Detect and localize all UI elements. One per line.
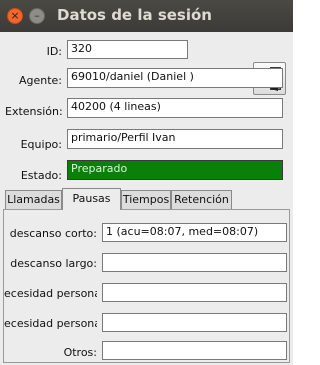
team-field[interactable]: primario/Perfil Ivan: [67, 129, 283, 149]
pause-row-field[interactable]: [102, 313, 287, 332]
status-field: Preparado: [67, 160, 283, 180]
id-label: ID:: [46, 45, 62, 58]
pause-row-field[interactable]: 1 (acu=08:07, med=08:07): [102, 223, 287, 242]
tab-retencion[interactable]: Retención: [171, 190, 232, 209]
team-label: Equipo:: [20, 138, 62, 151]
pause-row-label: descanso largo:: [10, 257, 97, 270]
pause-row-label: Otros:: [63, 346, 97, 359]
tab-tiempos[interactable]: Tiempos: [121, 190, 171, 209]
pause-row-field[interactable]: [102, 253, 287, 272]
pause-row-label: ecesidad personal:: [4, 317, 97, 330]
close-button[interactable]: ×: [7, 8, 23, 24]
tab-pausas[interactable]: Pausas: [62, 188, 121, 210]
extension-field[interactable]: 40200 (4 lineas): [67, 98, 283, 118]
pause-row-label: descanso corto:: [9, 227, 97, 240]
tab-llamadas[interactable]: Llamadas: [5, 190, 62, 209]
extension-label: Extensión:: [5, 105, 63, 118]
agent-label: Agente:: [18, 74, 62, 87]
pause-row-field[interactable]: [102, 283, 287, 302]
id-field[interactable]: 320: [67, 40, 188, 59]
title-bar: × – Datos de la sesión: [0, 0, 293, 32]
pause-row-label: ecesidad personal:: [4, 287, 97, 300]
agent-field[interactable]: 69010/daniel (Daniel ): [67, 68, 283, 88]
pause-row-field[interactable]: [102, 341, 287, 360]
close-icon: ×: [10, 9, 20, 22]
status-label: Estado:: [20, 169, 62, 182]
window-title: Datos de la sesión: [57, 6, 212, 24]
minimize-button[interactable]: –: [29, 8, 45, 24]
minimize-icon: –: [34, 9, 40, 22]
pausas-tab-panel: descanso corto: 1 (acu=08:07, med=08:07)…: [3, 209, 290, 363]
